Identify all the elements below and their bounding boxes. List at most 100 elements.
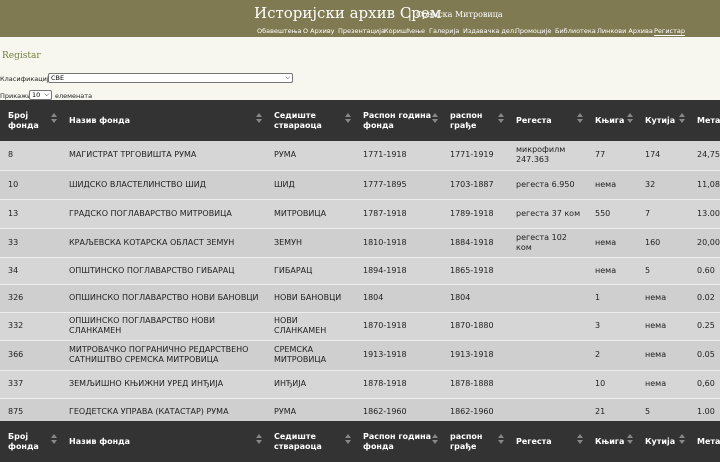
sort-icon <box>498 113 504 127</box>
cell-naziv-fonda: ОПШИНСКО ПОГЛАВАРСТВО НОВИ СЛАНКАМЕН <box>61 312 266 341</box>
nav-item-koriscenje[interactable]: Коришћење <box>384 27 425 35</box>
cell-regesta: регеста 6.950 <box>508 170 587 200</box>
nav-item-linkovi[interactable]: Линкови Архива <box>597 27 653 35</box>
cell-raspon-godina: 1913-1918 <box>355 340 442 371</box>
page-size-select[interactable]: 10 ⌵ <box>29 90 52 100</box>
cell-sediste: МИТРОВИЦА <box>266 199 355 229</box>
cell-raspon-gradje: 1804 <box>442 284 508 313</box>
register-table-footer: Број фонда Назив фонда Седиште ствараоца… <box>0 421 720 462</box>
cell-knjiga: 550 <box>587 199 637 229</box>
cell-raspon-gradje: 1771-1919 <box>442 141 508 171</box>
cell-raspon-godina: 1777-1895 <box>355 170 442 200</box>
col-footer-regesta[interactable]: Регеста <box>508 421 587 462</box>
cell-broj-fonda: 13 <box>0 199 61 229</box>
nav-item-registar[interactable]: Регистар <box>654 27 686 36</box>
cell-kutija: нема <box>637 370 689 399</box>
nav-item-obavestenja[interactable]: Обавештења <box>257 27 302 35</box>
cell-regesta <box>508 340 587 371</box>
col-header-raspon-gradje[interactable]: распон грађе <box>442 100 508 141</box>
cell-metara: 0.25 <box>689 312 720 341</box>
table-row: 337 ЗЕМЉИШНО КЊИЖНИ УРЕД ИНЂИЈА ИНЂИЈА 1878… <box>0 370 720 399</box>
sort-icon <box>256 434 262 448</box>
col-header-raspon-godina[interactable]: Распон година фонда <box>355 100 442 141</box>
col-header-knjiga[interactable]: Књига <box>587 100 637 141</box>
col-header-sediste[interactable]: Седиште ствараоца <box>266 100 355 141</box>
table-row: 34 ОПШТИНСКО ПОГЛАВАРСТВО ГИБАРАЦ ГИБАРАЦ 1… <box>0 257 720 285</box>
col-header-label: распон грађе <box>450 110 483 130</box>
cell-metara: 13.00 <box>689 199 720 229</box>
chevron-down-icon: ⌵ <box>44 91 49 98</box>
col-footer-label: распон грађе <box>450 431 483 451</box>
col-header-naziv-fonda[interactable]: Назив фонда <box>61 100 266 141</box>
cell-regesta: регеста 37 ком <box>508 199 587 229</box>
cell-metara: 11,08 <box>689 170 720 200</box>
cell-broj-fonda: 337 <box>0 370 61 399</box>
col-footer-label: Назив фонда <box>69 436 131 446</box>
cell-kutija: нема <box>637 312 689 341</box>
classification-select[interactable]: СВЕ ⌵ <box>48 73 293 83</box>
table-row: 8 МАГИСТРАТ ТРГОВИШТА РУМА РУМА 1771-1918 17… <box>0 141 720 171</box>
table-row: 366 МИТРОВАЧКО ПОГРАНИЧНО РЕДАРСТВЕНО САТ… <box>0 340 720 371</box>
col-footer-raspon-godina[interactable]: Распон година фонда <box>355 421 442 462</box>
col-header-kutija[interactable]: Кутија <box>637 100 689 141</box>
cell-kutija: 160 <box>637 228 689 258</box>
col-header-label: Седиште ствараоца <box>274 110 322 130</box>
col-footer-knjiga[interactable]: Књига <box>587 421 637 462</box>
nav-item-galerija[interactable]: Галерија <box>429 27 459 35</box>
cell-metara: 0,60 <box>689 370 720 399</box>
cell-knjiga: 2 <box>587 340 637 371</box>
cell-metara: 0.05 <box>689 340 720 371</box>
cell-kutija: 32 <box>637 170 689 200</box>
table-header-row: Број фонда Назив фонда Седиште ствараоца… <box>0 100 720 141</box>
cell-metara: 24,75 <box>689 141 720 171</box>
cell-sediste: СРЕМСКА МИТРОВИЦА <box>266 340 355 371</box>
cell-naziv-fonda: ОПШИНСКО ПОГЛАВАРСТВО НОВИ БАНОВЦИ <box>61 284 266 313</box>
cell-raspon-gradje: 1703-1887 <box>442 170 508 200</box>
col-footer-sediste[interactable]: Седиште ствараоца <box>266 421 355 462</box>
col-footer-label: Број фонда <box>8 431 39 451</box>
cell-sediste: НОВИ СЛАНКАМЕН <box>266 312 355 341</box>
cell-naziv-fonda: КРАЉЕВСКА КОТАРСКА ОБЛАСТ ЗЕМУН <box>61 228 266 258</box>
cell-regesta <box>508 257 587 285</box>
sort-icon <box>627 434 633 448</box>
col-footer-kutija[interactable]: Кутија <box>637 421 689 462</box>
cell-sediste: ШИД <box>266 170 355 200</box>
sort-icon <box>577 113 583 127</box>
col-footer-raspon-gradje[interactable]: распон грађе <box>442 421 508 462</box>
page-size-selected: 10 <box>32 91 41 99</box>
main-nav: Обавештења О Архиву Презентација Коришће… <box>0 26 720 37</box>
nav-item-o-arhivu[interactable]: О Архиву <box>303 27 335 35</box>
sort-icon <box>432 434 438 448</box>
page-heading: Registar <box>2 51 41 61</box>
col-header-broj-fonda[interactable]: Број фонда <box>0 100 61 141</box>
col-footer-label: Метара <box>697 436 720 446</box>
sort-icon <box>577 434 583 448</box>
col-header-metara[interactable]: Метара <box>689 100 720 141</box>
table-body: 8 МАГИСТРАТ ТРГОВИШТА РУМА РУМА 1771-1918 17… <box>0 141 720 426</box>
table-row: 326 ОПШИНСКО ПОГЛАВАРСТВО НОВИ БАНОВЦИ НОВ… <box>0 284 720 313</box>
cell-regesta: регеста 102 ком <box>508 228 587 258</box>
cell-naziv-fonda: ЗЕМЉИШНО КЊИЖНИ УРЕД ИНЂИЈА <box>61 370 266 399</box>
nav-item-promocije[interactable]: Промоције <box>515 27 551 35</box>
col-header-regesta[interactable]: Регеста <box>508 100 587 141</box>
cell-naziv-fonda: ШИДСКО ВЛАСТЕЛИНСТВО ШИД <box>61 170 266 200</box>
col-header-label: Број фонда <box>8 110 39 130</box>
cell-knjiga: нема <box>587 257 637 285</box>
cell-sediste: ГИБАРАЦ <box>266 257 355 285</box>
register-table: Број фонда Назив фонда Седиште ствараоца… <box>0 100 720 426</box>
col-footer-naziv-fonda[interactable]: Назив фонда <box>61 421 266 462</box>
site-title[interactable]: Историјски архив Срем <box>254 4 441 22</box>
cell-metara: 0.02 <box>689 284 720 313</box>
sort-icon <box>627 113 633 127</box>
entries-label: елемената <box>55 92 93 100</box>
table-footer-row: Број фонда Назив фонда Седиште ствараоца… <box>0 421 720 462</box>
nav-item-biblioteka[interactable]: Библиотека <box>555 27 596 35</box>
cell-regesta: микрофилм 247.363 <box>508 141 587 171</box>
col-footer-broj-fonda[interactable]: Број фонда <box>0 421 61 462</box>
col-footer-label: Књига <box>595 436 625 446</box>
nav-item-izdavacka[interactable]: Издавачка дел. <box>463 27 516 35</box>
chevron-down-icon: ⌵ <box>285 74 290 81</box>
nav-item-prezentacija[interactable]: Презентација <box>338 27 385 35</box>
cell-regesta <box>508 370 587 399</box>
col-footer-metara[interactable]: Метара <box>689 421 720 462</box>
